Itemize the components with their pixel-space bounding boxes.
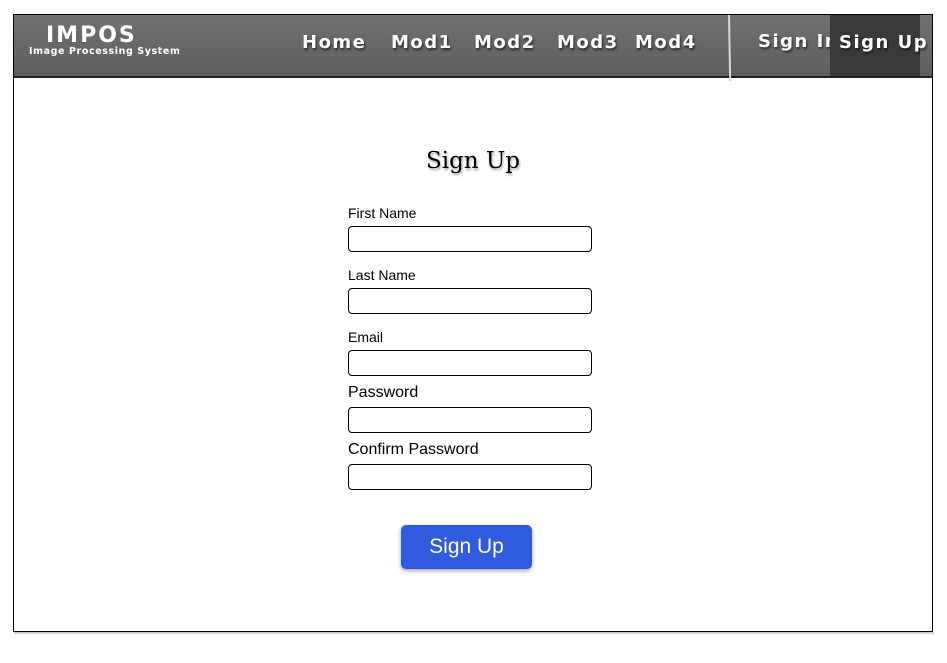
last-name-label: Last Name [348, 267, 416, 283]
nav-sign-in-link[interactable]: Sign In [758, 31, 839, 52]
nav-link-mod3[interactable]: Mod3 [557, 32, 619, 53]
email-label: Email [348, 329, 384, 345]
brand-logo[interactable]: IMPOS Image Processing System [29, 24, 180, 58]
confirm-password-field[interactable] [348, 464, 592, 490]
nav-divider [728, 14, 732, 81]
brand-title: IMPOS [46, 23, 137, 48]
email-field[interactable] [348, 350, 592, 376]
confirm-password-label: Confirm Password [348, 441, 479, 458]
nav-link-mod2[interactable]: Mod2 [474, 32, 536, 53]
brand-subtitle: Image Processing System [29, 46, 181, 57]
password-field[interactable] [348, 407, 592, 433]
form-title: Sign Up [425, 148, 521, 174]
top-navbar: IMPOS Image Processing System Home Mod1 … [14, 14, 932, 81]
first-name-field[interactable] [348, 226, 592, 252]
password-label: Password [348, 384, 419, 401]
nav-sign-up-link[interactable]: Sign Up [839, 32, 928, 53]
nav-link-mod4[interactable]: Mod4 [635, 32, 697, 53]
nav-link-home[interactable]: Home [302, 32, 366, 53]
nav-link-mod1[interactable]: Mod1 [391, 32, 453, 53]
sign-up-button[interactable]: Sign Up [401, 525, 532, 569]
last-name-field[interactable] [348, 288, 592, 314]
frame-shadow [14, 632, 934, 635]
first-name-label: First Name [348, 205, 417, 221]
page-frame: IMPOS Image Processing System Home Mod1 … [13, 14, 933, 632]
